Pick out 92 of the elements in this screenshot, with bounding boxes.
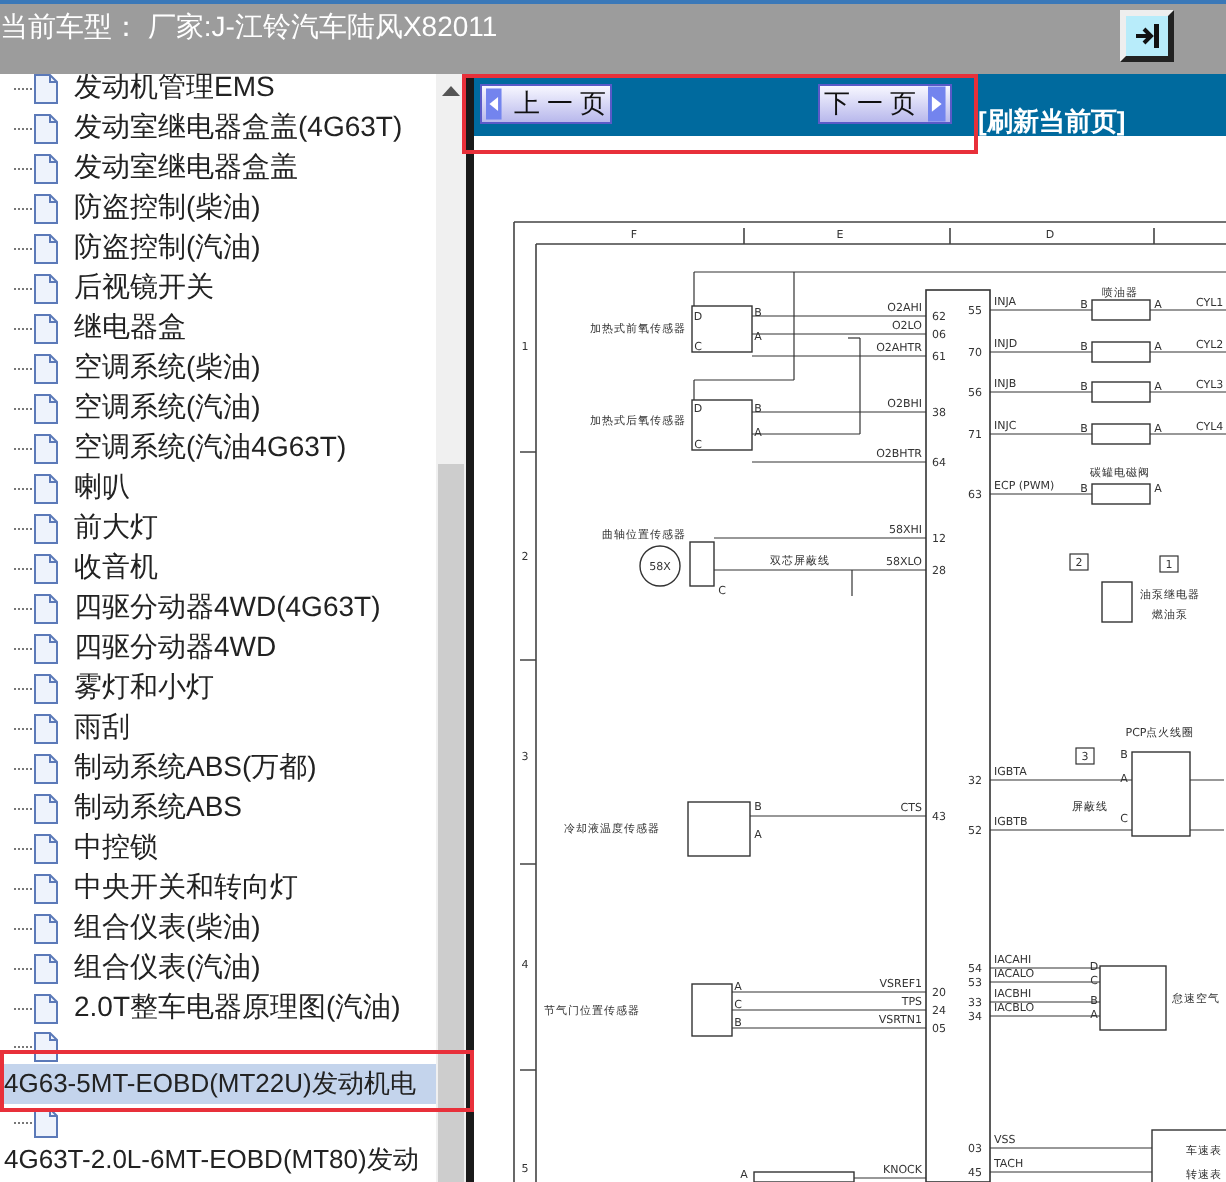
scroll-up-icon[interactable]	[442, 86, 460, 96]
component-symbol	[1101, 581, 1133, 623]
wire	[1189, 779, 1225, 781]
wire	[1189, 829, 1225, 831]
page-icon	[34, 513, 58, 543]
tree-item[interactable]: 后视镜开关	[0, 268, 436, 308]
tree-item[interactable]: 收音机	[0, 548, 436, 588]
wire	[1149, 391, 1226, 393]
tree-item[interactable]: 四驱分动器4WD	[0, 628, 436, 668]
wire	[1149, 351, 1226, 353]
wire	[989, 967, 1101, 969]
wire	[989, 1015, 1101, 1017]
tree-item[interactable]: 空调系统(汽油)	[0, 388, 436, 428]
sensor-symbol	[639, 541, 715, 587]
page-icon	[34, 273, 58, 303]
page-icon	[34, 73, 58, 103]
wire	[989, 779, 1133, 781]
injector-symbol	[1091, 299, 1151, 321]
tree-item[interactable]: 2.0T整车电器原理图(汽油)	[0, 988, 436, 1028]
tree-item[interactable]: 组合仪表(柴油)	[0, 908, 436, 948]
tree-item[interactable]: 中控锁	[0, 828, 436, 868]
previous-page-button[interactable]: 上 一 页	[480, 84, 612, 124]
page-icon	[34, 193, 58, 223]
wire	[989, 351, 1093, 353]
wire	[989, 981, 1101, 983]
page-icon	[34, 953, 58, 983]
wire	[989, 1001, 1101, 1003]
tree-item[interactable]: 发动室继电器盒盖	[0, 148, 436, 188]
window-title: 当前车型： 厂家:J-江铃汽车陆风X82011	[0, 8, 498, 44]
sensor-symbol	[753, 1171, 855, 1182]
page-icon	[34, 673, 58, 703]
refresh-link[interactable]: [刷新当前页]	[978, 104, 1126, 140]
tree-item[interactable]: 四驱分动器4WD(4G63T)	[0, 588, 436, 628]
exit-button[interactable]	[1120, 10, 1174, 62]
sensor-symbol	[687, 801, 751, 857]
tree-item[interactable]: 发动机管理EMS	[0, 68, 436, 108]
exit-arrow-icon	[1133, 22, 1161, 50]
page-icon	[34, 913, 58, 943]
component-symbol	[1099, 965, 1167, 1031]
wire	[1149, 433, 1226, 435]
page-icon	[34, 473, 58, 503]
wire	[989, 309, 1093, 311]
tree-item[interactable]: 雾灯和小灯	[0, 668, 436, 708]
page-icon	[34, 873, 58, 903]
injector-symbol	[1091, 341, 1151, 363]
tree-item[interactable]: 制动系统ABS(万都)	[0, 748, 436, 788]
page-icon	[34, 793, 58, 823]
tree-item[interactable]: 继电器盒	[0, 308, 436, 348]
tree-item[interactable]: 4G63-5MT-EOBD(MT22U)发动机电	[0, 1064, 436, 1104]
tree-item[interactable]: 防盗控制(柴油)	[0, 188, 436, 228]
tree-item[interactable]: 空调系统(柴油)	[0, 348, 436, 388]
scrollbar[interactable]	[436, 74, 466, 1182]
wire	[989, 433, 1093, 435]
page-icon	[34, 633, 58, 663]
sensor-symbol	[691, 305, 753, 353]
tree-item[interactable]: 组合仪表(汽油)	[0, 948, 436, 988]
tree-item[interactable]: 制动系统ABS	[0, 788, 436, 828]
page-icon	[34, 713, 58, 743]
page-icon	[34, 593, 58, 623]
page-icon	[34, 353, 58, 383]
tree-item[interactable]: 喇叭	[0, 468, 436, 508]
component-symbol	[1091, 483, 1151, 505]
page-icon	[34, 993, 58, 1023]
page-icon	[34, 233, 58, 263]
page-icon	[34, 833, 58, 863]
injector-symbol	[1091, 381, 1151, 403]
tree-item[interactable]: 防盗控制(汽油)	[0, 228, 436, 268]
tree-item[interactable]: 4G63T-2.0L-6MT-EOBD(MT80)发动	[0, 1140, 436, 1180]
page-icon	[34, 433, 58, 463]
wire	[1149, 309, 1226, 311]
wire	[989, 829, 1133, 831]
sensor-symbol	[691, 983, 733, 1037]
injector-symbol	[1091, 423, 1151, 445]
page-icon	[34, 553, 58, 583]
wire	[989, 493, 1093, 495]
wire	[989, 391, 1093, 393]
tree-item[interactable]: 中央开关和转向灯	[0, 868, 436, 908]
page-icon	[34, 153, 58, 183]
page-icon	[34, 753, 58, 783]
page-icon	[34, 113, 58, 143]
tree-item[interactable]: 前大灯	[0, 508, 436, 548]
component-symbol	[1131, 751, 1191, 837]
tree-item[interactable]: 发动室继电器盒盖(4G63T)	[0, 108, 436, 148]
page-icon	[34, 313, 58, 343]
component-symbol	[1151, 1129, 1226, 1182]
tree-item[interactable]: 雨刮	[0, 708, 436, 748]
tree-item[interactable]: 空调系统(汽油4G63T)	[0, 428, 436, 468]
scrollbar-thumb[interactable]	[438, 464, 464, 1182]
sensor-symbol	[691, 399, 753, 451]
page-icon	[34, 393, 58, 423]
wire	[853, 1177, 927, 1179]
next-page-button[interactable]: 下 一 页	[818, 84, 952, 124]
